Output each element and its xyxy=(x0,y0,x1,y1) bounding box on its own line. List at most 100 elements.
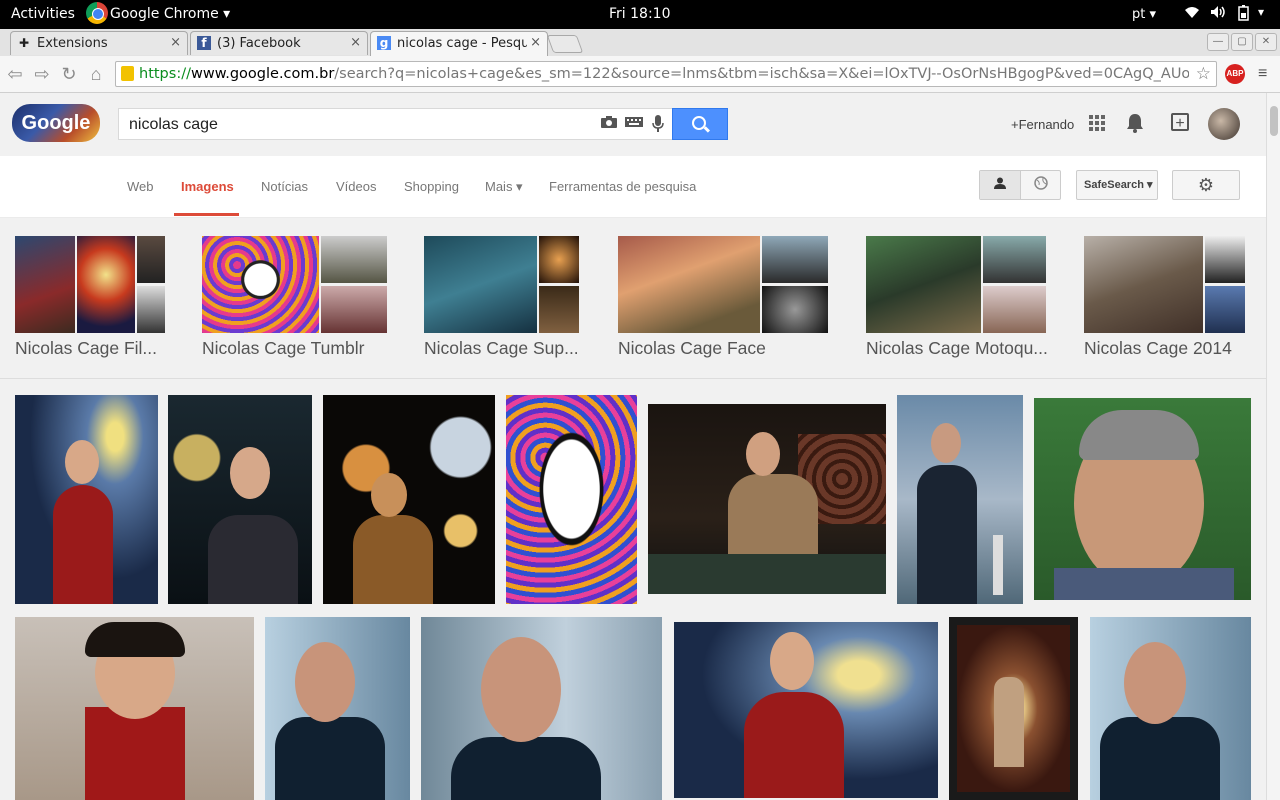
image-table xyxy=(648,554,886,594)
globe-icon[interactable] xyxy=(1021,171,1061,199)
image-result[interactable] xyxy=(168,395,312,604)
bookmark-star-icon[interactable]: ☆ xyxy=(1196,64,1211,84)
app-menu[interactable]: Google Chrome ▾ xyxy=(86,2,230,24)
image-result[interactable] xyxy=(323,395,495,604)
system-menu-arrow[interactable]: ▾ xyxy=(1258,5,1264,19)
image-hair xyxy=(1079,410,1199,460)
user-profile-link[interactable]: +Fernando xyxy=(1011,117,1074,132)
image-face xyxy=(371,473,407,517)
minimize-button[interactable]: — xyxy=(1207,33,1229,51)
search-tools-button[interactable]: Ferramentas de pesquisa xyxy=(549,179,696,194)
activities-button[interactable]: Activities xyxy=(11,6,75,22)
tab-facebook[interactable]: f (3) Facebook × xyxy=(190,31,368,55)
related-thumbnail xyxy=(137,236,165,283)
related-thumbnail xyxy=(77,236,135,333)
tab-extensions[interactable]: ✚ Extensions × xyxy=(10,31,188,55)
related-thumbnail xyxy=(762,236,828,283)
home-icon[interactable]: ⌂ xyxy=(85,63,107,85)
image-figure xyxy=(85,707,185,800)
wifi-icon[interactable] xyxy=(1184,5,1200,23)
safesearch-dropdown[interactable]: SafeSearch ▾ xyxy=(1076,170,1158,200)
chrome-menu-icon[interactable]: ≡ xyxy=(1258,65,1267,83)
address-bar[interactable]: https://www.google.com.br/search?q=nicol… xyxy=(115,61,1217,87)
volume-icon[interactable] xyxy=(1210,5,1226,23)
scrollbar-thumb[interactable] xyxy=(1270,106,1278,136)
image-figure xyxy=(1054,568,1234,600)
apps-grid-icon[interactable] xyxy=(1089,115,1105,131)
image-figure xyxy=(994,677,1024,767)
close-window-button[interactable]: ✕ xyxy=(1255,33,1277,51)
keyboard-icon[interactable] xyxy=(625,115,643,132)
adblock-icon[interactable]: ABP xyxy=(1225,64,1245,84)
search-input[interactable] xyxy=(127,114,591,136)
image-rocket xyxy=(993,535,1003,595)
new-tab-button[interactable] xyxy=(546,35,584,53)
tab-strip: ✚ Extensions × f (3) Facebook × g nicola… xyxy=(0,29,1280,56)
google-doodle-logo[interactable]: Google xyxy=(12,104,100,142)
page-scrollbar[interactable] xyxy=(1266,93,1280,800)
clock[interactable]: Fri 18:10 xyxy=(609,6,670,22)
search-button[interactable] xyxy=(672,108,728,140)
image-result[interactable] xyxy=(15,395,158,604)
image-result[interactable] xyxy=(674,622,938,798)
microphone-icon[interactable] xyxy=(652,115,664,137)
image-face xyxy=(1124,642,1186,724)
tab-videos[interactable]: Vídeos xyxy=(336,179,376,194)
image-result[interactable] xyxy=(265,617,410,800)
image-result[interactable] xyxy=(421,617,662,800)
related-label: Nicolas Cage Face xyxy=(618,338,766,358)
app-menu-label: Google Chrome ▾ xyxy=(110,6,231,22)
tab-more[interactable]: Mais ▾ xyxy=(485,179,523,195)
tab-google-search[interactable]: g nicolas cage - Pesquis × xyxy=(370,31,548,56)
tab-title: nicolas cage - Pesquis xyxy=(397,36,527,51)
language-selector[interactable]: pt ▾ xyxy=(1132,7,1156,22)
tab-images[interactable]: Imagens xyxy=(181,179,234,194)
related-thumbnail xyxy=(15,236,75,333)
image-result[interactable] xyxy=(897,395,1023,604)
tab-shopping[interactable]: Shopping xyxy=(404,179,459,194)
related-thumbnail xyxy=(1084,236,1203,333)
tab-web[interactable]: Web xyxy=(127,179,154,194)
url-scheme: https:// xyxy=(139,66,191,82)
search-icon xyxy=(692,116,706,130)
share-plus-icon[interactable]: + xyxy=(1171,113,1189,132)
notifications-bell-icon[interactable] xyxy=(1126,113,1144,139)
related-thumbnail xyxy=(321,286,387,333)
related-label: Nicolas Cage Motoqu... xyxy=(866,338,1048,358)
url-text: https://www.google.com.br/search?q=nicol… xyxy=(139,66,1189,82)
lock-icon xyxy=(121,66,134,81)
avatar[interactable] xyxy=(1208,108,1240,140)
image-result[interactable] xyxy=(1090,617,1251,800)
facebook-icon: f xyxy=(197,36,211,50)
image-figure xyxy=(451,737,601,800)
camera-icon[interactable] xyxy=(600,115,618,133)
search-box[interactable] xyxy=(118,108,673,140)
personal-results-icon[interactable] xyxy=(980,171,1021,199)
image-result[interactable] xyxy=(1034,398,1251,600)
image-result[interactable] xyxy=(15,617,254,800)
results-toggle[interactable] xyxy=(979,170,1061,200)
image-face xyxy=(230,447,270,499)
image-result[interactable] xyxy=(648,404,886,594)
image-result[interactable] xyxy=(949,617,1078,800)
tab-title: (3) Facebook xyxy=(217,36,301,51)
related-searches: Nicolas Cage Fil... Nicolas Cage Tumblr … xyxy=(0,218,1266,379)
close-icon[interactable]: × xyxy=(350,35,361,50)
tab-news[interactable]: Notícias xyxy=(261,179,308,194)
image-figure xyxy=(53,485,113,604)
image-face xyxy=(931,423,961,463)
settings-gear-icon[interactable]: ⚙ xyxy=(1172,170,1240,200)
puzzle-icon: ✚ xyxy=(18,36,30,50)
maximize-button[interactable]: ▢ xyxy=(1231,33,1253,51)
related-thumbnail xyxy=(424,236,537,333)
close-icon[interactable]: × xyxy=(170,35,181,50)
image-figure xyxy=(728,474,818,554)
close-icon[interactable]: × xyxy=(530,35,541,50)
related-thumbnail xyxy=(618,236,760,333)
back-icon[interactable]: ⇦ xyxy=(4,63,26,85)
image-result[interactable] xyxy=(506,395,637,604)
forward-icon[interactable]: ⇨ xyxy=(31,63,53,85)
image-figure xyxy=(917,465,977,604)
battery-icon[interactable] xyxy=(1238,5,1250,25)
reload-icon[interactable]: ↻ xyxy=(58,63,80,85)
